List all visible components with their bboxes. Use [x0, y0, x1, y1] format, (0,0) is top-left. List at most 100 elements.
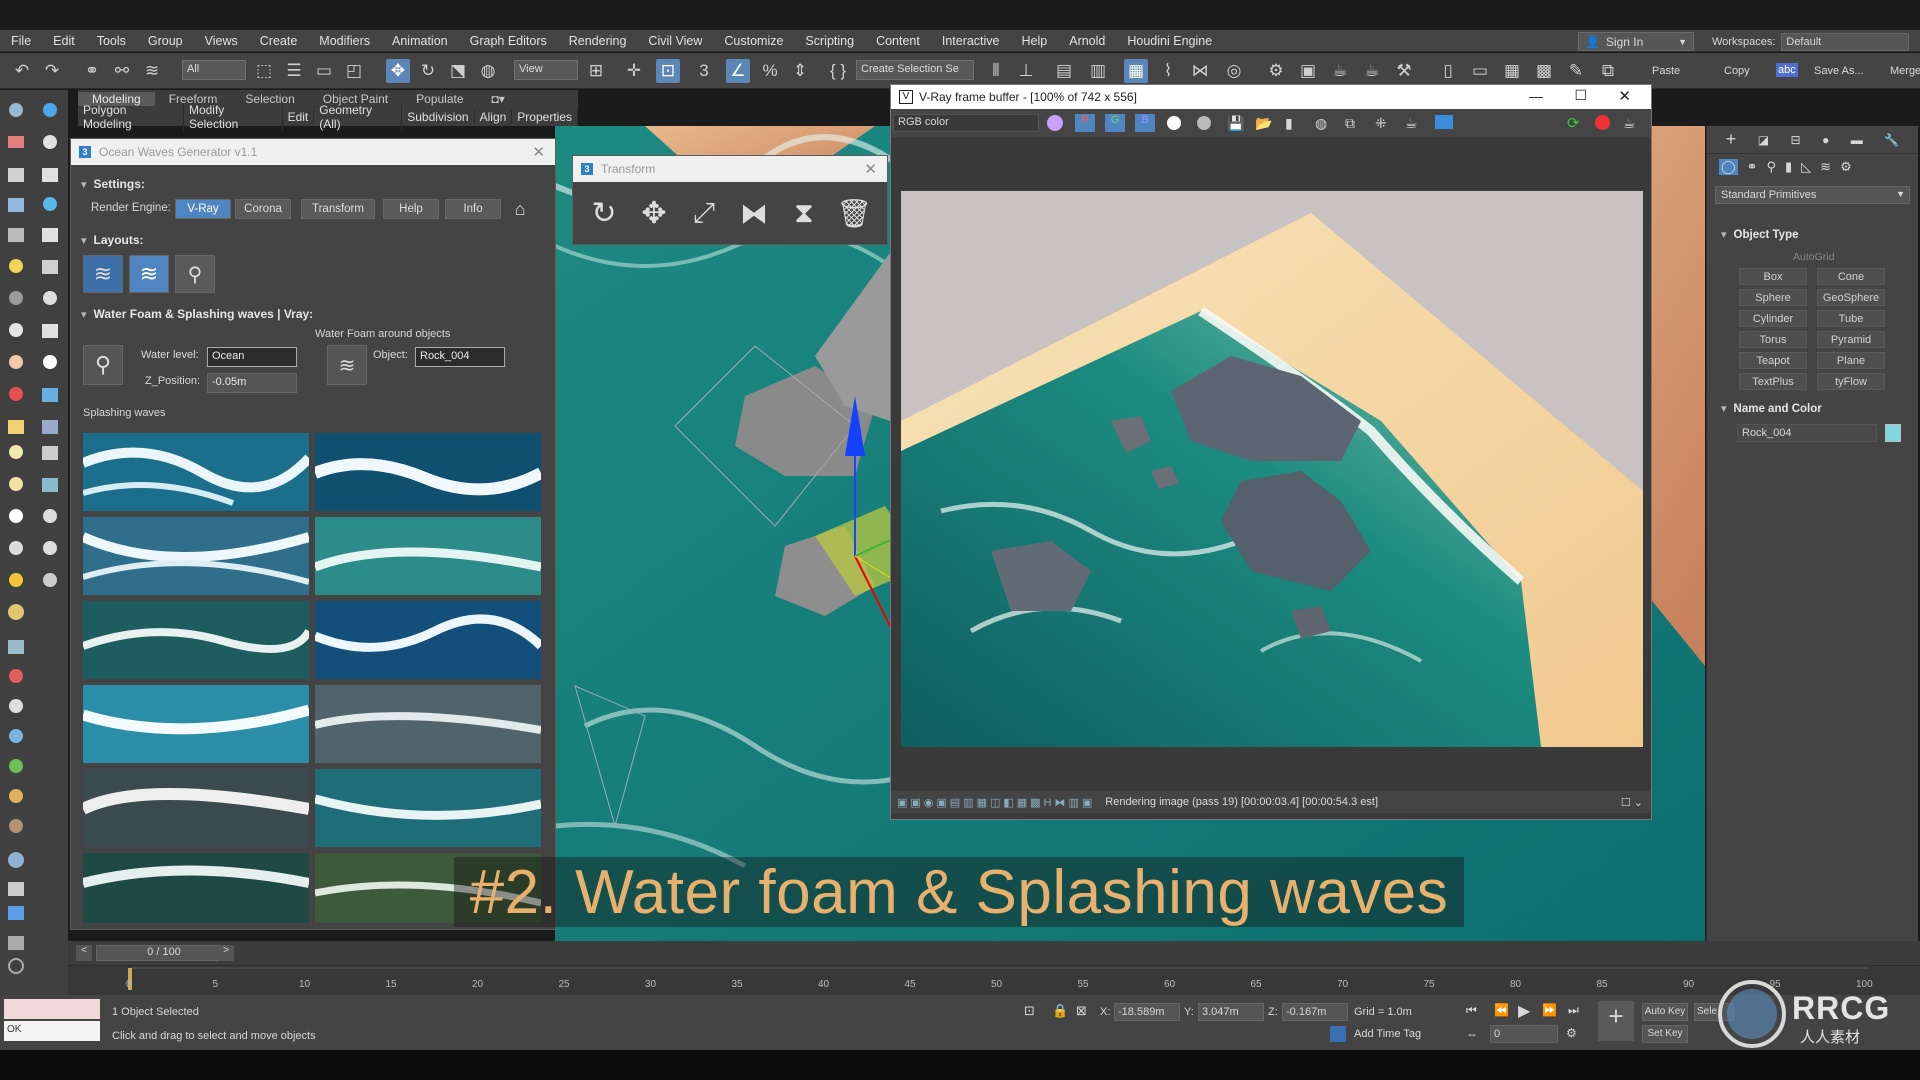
geometry-icon[interactable]: ◯ [1719, 159, 1738, 175]
tube-button[interactable]: Tube [1817, 310, 1885, 327]
region-render-icon[interactable]: ◍ [1315, 115, 1327, 132]
sign-in-dropdown[interactable]: 👤 Sign In ▼ [1578, 32, 1694, 51]
menu-animation[interactable]: Animation [381, 34, 459, 48]
wave-thumbnail[interactable] [315, 685, 541, 763]
menu-views[interactable]: Views [194, 34, 249, 48]
menu-content[interactable]: Content [865, 34, 931, 48]
object-type-rollout[interactable]: Object Type [1721, 228, 1799, 241]
redo-icon[interactable]: ↷ [40, 59, 64, 83]
trash-icon[interactable]: 🗑 [835, 194, 873, 232]
layout-tab-icon[interactable]: ▭ [1468, 59, 1492, 83]
geometry-all-panel[interactable]: Geometry (All) [314, 103, 403, 131]
stop-icon[interactable] [1595, 115, 1610, 130]
tyflow-button[interactable]: tyFlow [1817, 373, 1885, 390]
render-canvas[interactable] [901, 191, 1643, 747]
hierarchy-tab-icon[interactable]: ⊟ [1791, 133, 1801, 147]
utilities-tab-icon[interactable]: 🔧 [1884, 133, 1899, 147]
isolate-icon[interactable]: ⊡ [1024, 1003, 1035, 1019]
next-frame-button[interactable]: > [218, 945, 234, 961]
layer-explorer-icon[interactable]: ▥ [1086, 59, 1110, 83]
wave-thumbnail[interactable] [315, 433, 541, 511]
wave-thumbnail[interactable] [83, 853, 309, 923]
render-iterative-icon[interactable]: ☕ [1360, 59, 1384, 83]
menu-graph-editors[interactable]: Graph Editors [459, 34, 558, 48]
place-icon[interactable]: ◍ [476, 59, 500, 83]
save-icon[interactable]: 💾 [1227, 115, 1244, 132]
menu-rendering[interactable]: Rendering [558, 34, 638, 48]
rendered-frame-icon[interactable]: ▣ [1296, 59, 1320, 83]
render-active-icon[interactable]: ⚒ [1392, 59, 1416, 83]
rotate-icon[interactable]: ↻ [416, 59, 440, 83]
maximize-icon[interactable]: ☐ [1574, 87, 1587, 104]
angle-snap-icon[interactable]: ∠ [726, 59, 750, 83]
textplus-button[interactable]: TextPlus [1739, 373, 1807, 390]
torus-button[interactable]: Torus [1739, 331, 1807, 348]
sphere-button[interactable]: Sphere [1739, 289, 1807, 306]
waves-layout-icon[interactable]: ≋ [83, 255, 123, 293]
current-frame-field[interactable]: 0 [1490, 1025, 1558, 1043]
wave-thumbnail[interactable] [83, 517, 309, 595]
wave-thumbnail[interactable] [315, 601, 541, 679]
z-coordinate-field[interactable]: -0.167m [1282, 1003, 1348, 1021]
help-button[interactable]: Help [383, 199, 439, 219]
selection-filter-dropdown[interactable]: All [182, 60, 246, 80]
splash-layout-icon[interactable]: ⚲ [175, 255, 215, 293]
shapes-icon[interactable]: ⚭ [1747, 159, 1758, 175]
paste-label[interactable]: Paste [1652, 65, 1680, 77]
key-mode-icon[interactable]: ⇔ [1466, 1027, 1478, 1041]
save-as-label[interactable]: Save As... [1814, 65, 1864, 77]
polygon-modeling-panel[interactable]: Polygon Modeling [78, 103, 184, 131]
red-channel-icon[interactable]: R [1075, 114, 1095, 132]
clear-icon[interactable]: ▮ [1285, 115, 1293, 132]
green-channel-icon[interactable]: G [1105, 114, 1125, 132]
subdivision-panel[interactable]: Subdivision [402, 110, 475, 124]
ribbon-toggle-icon[interactable]: ▦ [1124, 59, 1148, 83]
z-position-spinner[interactable]: -0.05m [207, 373, 297, 393]
wave-thumbnail[interactable] [83, 685, 309, 763]
display-tab-icon[interactable]: ▬ [1851, 133, 1863, 147]
select-object-icon[interactable]: ⬚ [252, 59, 276, 83]
go-to-start-icon[interactable]: ⏮ [1466, 1003, 1477, 1018]
foam-layout-icon[interactable]: ≋ [129, 255, 169, 293]
wave-thumbnail[interactable] [315, 517, 541, 595]
menu-interactive[interactable]: Interactive [931, 34, 1011, 48]
set-key-button[interactable]: Set Key [1642, 1025, 1688, 1043]
settings-section[interactable]: Settings: [81, 177, 145, 191]
wave-thumbnail[interactable] [315, 769, 541, 847]
menu-create[interactable]: Create [249, 34, 309, 48]
bind-space-warp-icon[interactable]: ≋ [140, 59, 164, 83]
properties-panel[interactable]: Properties [512, 110, 578, 124]
grid-icon[interactable]: ▦ [1500, 59, 1524, 83]
workspaces-select[interactable]: Default [1781, 32, 1910, 51]
corona-button[interactable]: Corona [235, 199, 291, 219]
menu-houdini-engine[interactable]: Houdini Engine [1116, 34, 1223, 48]
time-slider-thumb[interactable]: 0 / 100 [96, 945, 232, 961]
link-icon[interactable]: ⁜ [1375, 115, 1387, 132]
lights-icon[interactable]: ⚲ [1766, 159, 1776, 175]
next-frame-icon[interactable]: ⏩ [1542, 1003, 1557, 1017]
move-icon[interactable]: ✥ [386, 59, 410, 83]
link-icon[interactable]: ⚭ [80, 59, 104, 83]
geosphere-button[interactable]: GeoSphere [1817, 289, 1885, 306]
color-picker-icon[interactable] [1047, 115, 1063, 131]
go-to-end-icon[interactable]: ⏭ [1568, 1003, 1579, 1018]
flip-icon[interactable]: ⧗ [785, 194, 823, 232]
mono-icon[interactable] [1197, 116, 1211, 130]
alpha-icon[interactable] [1167, 116, 1181, 130]
align-icon[interactable]: ⊥ [1014, 59, 1038, 83]
play-icon[interactable]: ▶ [1518, 1001, 1530, 1021]
menu-help[interactable]: Help [1011, 34, 1059, 48]
spacewarps-icon[interactable]: ≋ [1820, 159, 1831, 175]
water-level-field[interactable]: Ocean [207, 347, 297, 367]
menu-file[interactable]: File [0, 34, 42, 48]
ribbon-options-icon[interactable]: ◘▾ [478, 92, 519, 106]
script-icon[interactable]: ✎ [1564, 59, 1588, 83]
history-icons[interactable]: ▣▣◉▣▤▥▦◫◧▦▩H⧓▥▣ [897, 796, 1095, 809]
load-icon[interactable]: 📂 [1255, 115, 1272, 132]
track-bar[interactable]: 0 5 10 15 20 25 30 35 40 45 50 55 60 65 70 75 80 85 90 95 10… [68, 965, 1920, 995]
edit-panel[interactable]: Edit [283, 110, 315, 124]
menu-civil-view[interactable]: Civil View [637, 34, 713, 48]
copy-label[interactable]: Copy [1724, 65, 1750, 77]
info-button[interactable]: Info [445, 199, 501, 219]
edit-named-selection-icon[interactable]: { } [826, 59, 850, 83]
